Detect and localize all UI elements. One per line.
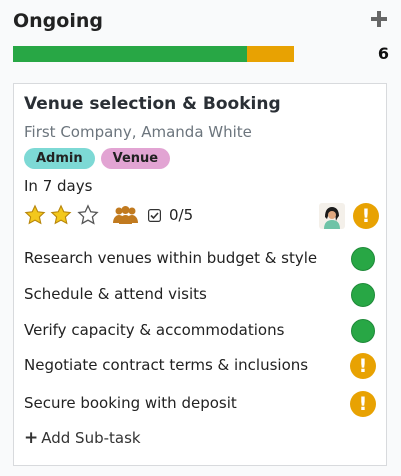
card-title: Venue selection & Booking <box>24 94 281 114</box>
checkbox-icon[interactable] <box>148 209 161 222</box>
subtask-count[interactable]: 0/5 <box>169 206 193 224</box>
add-subtask-label: Add Sub-task <box>41 429 141 447</box>
star-icon-3[interactable] <box>77 204 99 226</box>
column-progress-bar[interactable] <box>13 46 294 62</box>
column-count: 6 <box>377 44 389 63</box>
subtask-label[interactable]: Negotiate contract terms & inclusions <box>24 356 308 374</box>
deadline: In 7 days <box>24 177 93 195</box>
people-icon[interactable] <box>113 205 138 225</box>
status-warning-icon[interactable]: ! <box>353 203 379 229</box>
plus-icon: + <box>24 428 39 448</box>
star-icon-2[interactable] <box>50 204 72 226</box>
add-subtask-button[interactable]: + Add Sub-task <box>24 428 141 448</box>
user-avatar[interactable] <box>319 203 345 229</box>
green-circle-icon[interactable] <box>351 319 375 343</box>
green-circle-icon[interactable] <box>351 283 375 307</box>
column-header: Ongoing <box>13 8 389 38</box>
exclamation-icon[interactable]: ! <box>350 353 376 379</box>
green-circle-icon[interactable] <box>351 247 375 271</box>
star-icon-1[interactable] <box>24 204 46 226</box>
column-title: Ongoing <box>13 10 103 32</box>
subtask-label[interactable]: Verify capacity & accommodations <box>24 321 284 339</box>
tag-admin[interactable]: Admin <box>24 148 95 169</box>
task-card[interactable]: Venue selection & Booking First Company,… <box>13 83 387 466</box>
exclamation-icon[interactable]: ! <box>350 391 376 417</box>
plus-icon[interactable] <box>370 10 388 28</box>
subtask-label[interactable]: Schedule & attend visits <box>24 285 207 303</box>
progress-segment-done[interactable] <box>13 46 248 62</box>
card-meta-row: 0/5 ! <box>24 203 379 229</box>
tag-venue[interactable]: Venue <box>100 148 171 169</box>
subtask-label[interactable]: Secure booking with deposit <box>24 394 237 412</box>
subtask-label[interactable]: Research venues within budget & style <box>24 249 317 267</box>
tag-list: Admin Venue <box>24 148 171 169</box>
card-customer: First Company, Amanda White <box>24 123 252 141</box>
progress-segment-at-risk[interactable] <box>247 46 294 62</box>
